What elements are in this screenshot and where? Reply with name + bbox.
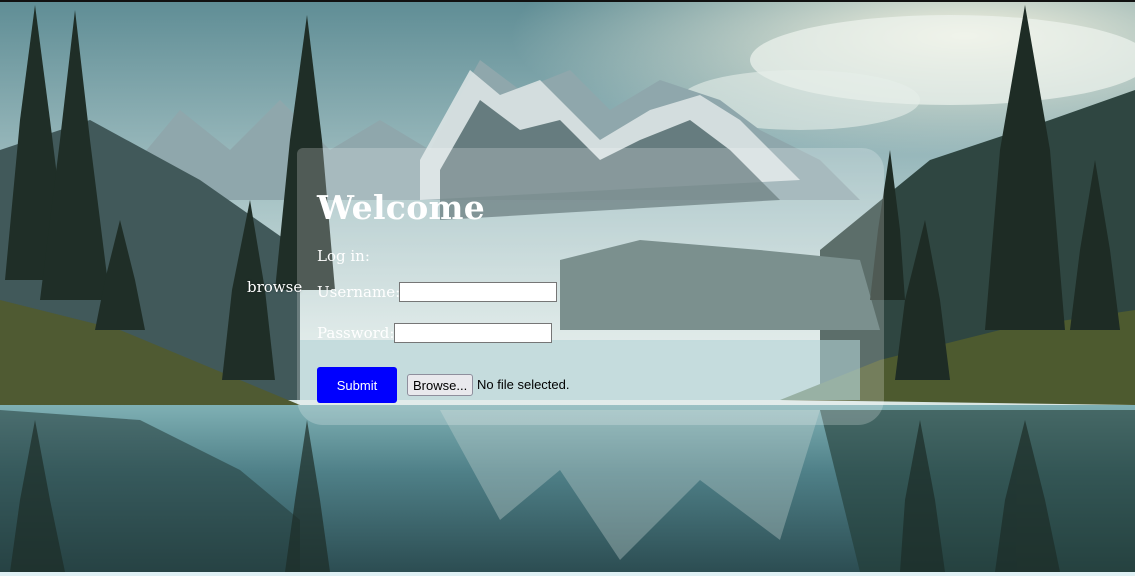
submit-button[interactable]: Submit [317, 367, 397, 403]
page: browse Welcome Log in: Username: Passwor… [0, 0, 1135, 576]
file-status-text: No file selected. [477, 377, 570, 392]
username-input[interactable] [399, 282, 557, 302]
login-heading: Log in: [317, 247, 370, 265]
top-border [0, 0, 1135, 2]
username-label: Username: [317, 283, 401, 301]
password-label: Password: [317, 324, 395, 342]
browse-label: browse [247, 278, 303, 296]
welcome-heading: Welcome [317, 188, 486, 227]
file-browse-button[interactable]: Browse... [407, 374, 474, 396]
password-input[interactable] [394, 323, 552, 343]
